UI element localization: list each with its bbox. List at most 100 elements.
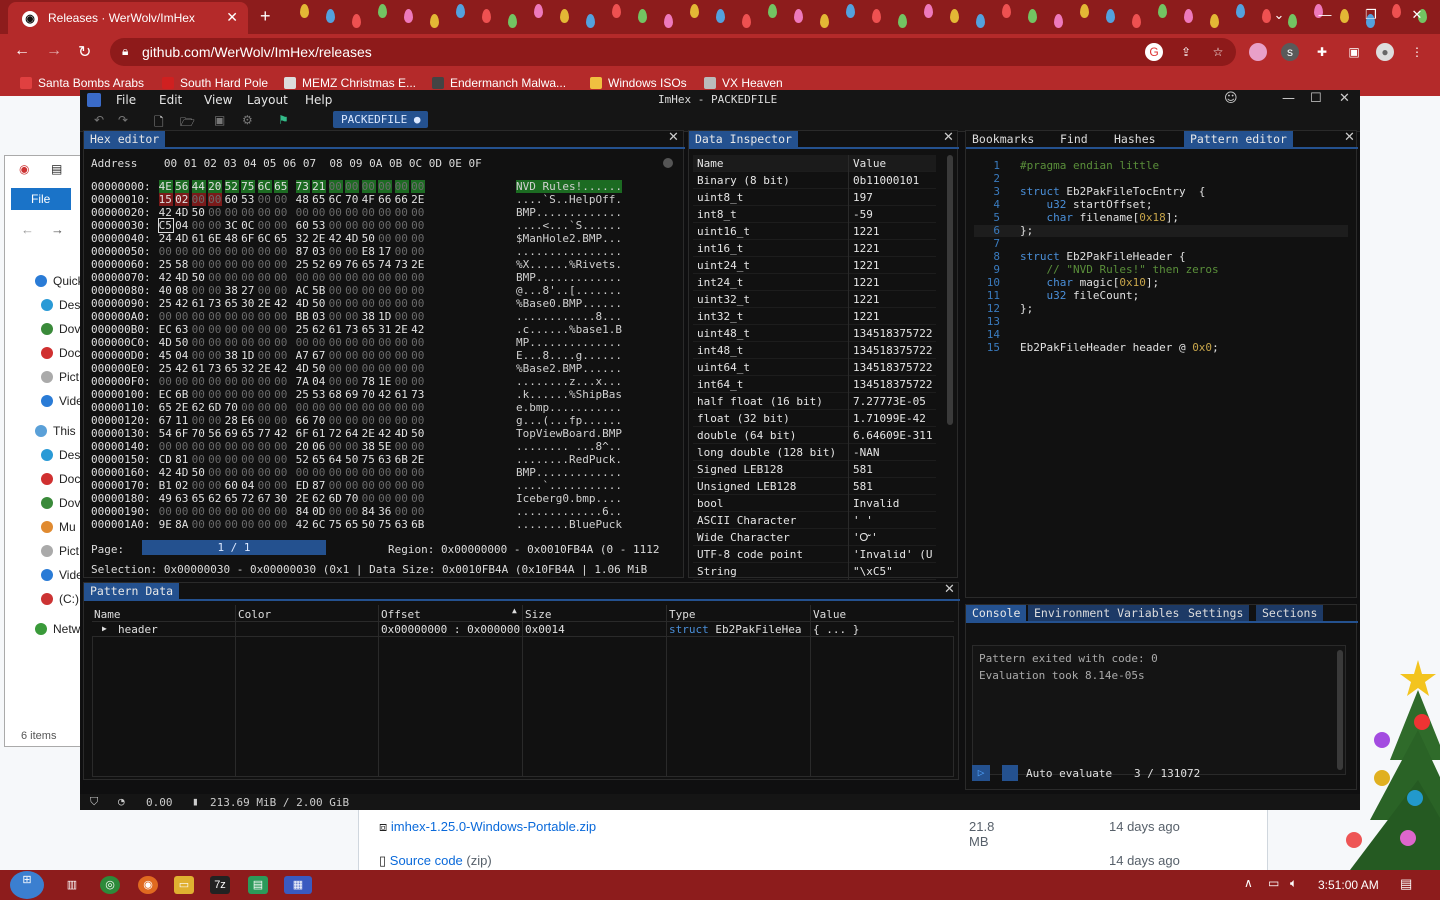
hex-byte[interactable]: 65	[274, 180, 289, 193]
hex-byte[interactable]: 03	[312, 245, 326, 258]
hex-byte[interactable]: 00	[345, 414, 359, 427]
hex-byte[interactable]: 20	[208, 180, 223, 193]
hex-byte[interactable]: 81	[175, 453, 189, 466]
google-icon[interactable]: G	[1145, 43, 1163, 61]
hex-byte[interactable]: 00	[345, 180, 360, 193]
hex-byte[interactable]: 73	[208, 362, 222, 375]
save-as-icon[interactable]: ⚙	[242, 113, 253, 127]
hex-byte[interactable]: 2E	[362, 427, 376, 440]
hex-byte[interactable]: 62	[312, 323, 326, 336]
hex-byte[interactable]: 62	[192, 401, 206, 414]
hex-byte[interactable]: 65	[225, 297, 239, 310]
hex-byte[interactable]: 50	[312, 297, 326, 310]
hex-byte[interactable]: 73	[345, 323, 359, 336]
hex-byte[interactable]: 00	[208, 284, 222, 297]
hex-byte[interactable]: 70	[192, 427, 206, 440]
hex-byte[interactable]: 00	[192, 518, 206, 531]
hex-byte[interactable]: 42	[175, 297, 189, 310]
hex-byte[interactable]: A7	[296, 349, 310, 362]
hex-byte[interactable]: 4D	[296, 297, 310, 310]
hex-byte[interactable]: 00	[274, 453, 288, 466]
hex-byte[interactable]: 67	[159, 414, 173, 427]
inspector-row[interactable]: Unsigned LEB128 581	[693, 478, 936, 495]
code-line[interactable]: 4 u32 startOffset;	[976, 198, 1152, 211]
hex-row[interactable]: 00000020: 42 4D 50 00 00 00 00 00 00 00 00 00 00 00 00 0…	[91, 206, 622, 219]
hex-byte[interactable]: 75	[362, 453, 376, 466]
hex-byte[interactable]: 48	[296, 193, 310, 206]
explorer-sidebar-item[interactable]: Doc	[41, 346, 80, 360]
hex-byte[interactable]: 00	[274, 219, 288, 232]
hex-byte[interactable]: 00	[378, 466, 392, 479]
hex-byte[interactable]: 00	[274, 440, 288, 453]
hex-byte[interactable]: 00	[258, 518, 272, 531]
extension-flag-icon[interactable]	[1249, 43, 1267, 61]
hex-byte[interactable]: 7A	[296, 375, 310, 388]
column-offset[interactable]: Offset	[381, 608, 421, 621]
hex-byte[interactable]: 00	[329, 219, 343, 232]
hex-byte[interactable]: 70	[362, 388, 376, 401]
hex-byte[interactable]: 00	[411, 362, 425, 375]
hex-byte[interactable]: 00	[378, 206, 392, 219]
hex-byte[interactable]: E8	[362, 245, 376, 258]
hex-byte[interactable]: 6E	[208, 232, 222, 245]
hex-byte[interactable]: 00	[208, 349, 222, 362]
hex-byte[interactable]: 00	[258, 375, 272, 388]
hex-byte[interactable]: 6F	[296, 427, 310, 440]
hex-byte[interactable]: 00	[274, 193, 288, 206]
hex-byte[interactable]: 00	[362, 401, 376, 414]
hex-byte[interactable]: 00	[329, 310, 343, 323]
hex-byte[interactable]: 00	[208, 479, 222, 492]
explorer-sidebar-item[interactable]: Dov	[41, 322, 80, 336]
ascii-column[interactable]: $ManHole2.BMP...	[516, 232, 622, 245]
hex-byte[interactable]: 00	[345, 375, 359, 388]
hex-byte[interactable]: 65	[225, 492, 239, 505]
hex-byte[interactable]: 42	[274, 362, 288, 375]
hex-byte[interactable]: 00	[345, 219, 359, 232]
hex-byte[interactable]: 52	[224, 180, 239, 193]
ascii-column[interactable]: ........z...x...	[516, 375, 622, 388]
hex-byte[interactable]: 00	[192, 388, 206, 401]
hex-byte[interactable]: 6B	[411, 518, 425, 531]
inspector-row[interactable]: float (32 bit) 1.71099E-42	[693, 410, 936, 427]
hex-byte[interactable]: 25	[296, 388, 310, 401]
hex-byte[interactable]: 00	[362, 336, 376, 349]
hex-byte[interactable]: 65	[241, 427, 255, 440]
hex-byte[interactable]: 00	[258, 219, 272, 232]
hex-byte[interactable]: 00	[395, 336, 409, 349]
ascii-column[interactable]: e.bmp...........	[516, 401, 622, 414]
bookmark-icon[interactable]: ⚑	[278, 113, 289, 127]
hex-byte[interactable]: 00	[362, 206, 376, 219]
ascii-column[interactable]: Iceberg0.bmp....	[516, 492, 622, 505]
hex-byte[interactable]: 69	[345, 388, 359, 401]
hex-byte[interactable]: 00	[411, 466, 425, 479]
hex-byte[interactable]: 08	[175, 284, 189, 297]
explorer-sidebar-item[interactable]: Vide	[41, 568, 83, 582]
hex-byte[interactable]: 00	[312, 401, 326, 414]
hex-byte[interactable]: 02	[175, 193, 190, 206]
hex-byte[interactable]: 65	[312, 453, 326, 466]
hex-byte[interactable]: 38	[225, 284, 239, 297]
hex-byte[interactable]: 00	[362, 271, 376, 284]
hex-byte[interactable]: 25	[296, 258, 310, 271]
hex-byte[interactable]: 00	[312, 336, 326, 349]
hex-byte[interactable]: 64	[329, 453, 343, 466]
hex-byte[interactable]: 00	[411, 349, 425, 362]
notepad-icon[interactable]: ▤	[248, 876, 268, 894]
hex-byte[interactable]: ED	[296, 479, 310, 492]
hex-byte[interactable]: 00	[258, 323, 272, 336]
hex-row[interactable]: 00000150: CD 81 00 00 00 00 00 00 52 65 64 50 75 63 6B 2…	[91, 453, 622, 466]
hex-byte[interactable]: 30	[241, 297, 255, 310]
inspector-row[interactable]: int48_t 134518375722	[693, 342, 936, 359]
ascii-column[interactable]: E...8....g......	[516, 349, 622, 362]
hex-byte[interactable]: 00	[225, 453, 239, 466]
hex-byte[interactable]: 00	[345, 336, 359, 349]
hex-byte[interactable]: 00	[258, 310, 272, 323]
column-type[interactable]: Type	[669, 608, 696, 621]
ascii-column[interactable]: %X......%Rivets.	[516, 258, 622, 271]
hex-byte[interactable]: 53	[312, 388, 326, 401]
run-pattern-button[interactable]: ▷	[972, 765, 990, 781]
inspector-row[interactable]: Binary (8 bit) 0b11000101	[693, 172, 936, 189]
hex-row[interactable]: 00000000: 4E 56 44 20 52 75 6C 65 73 21 00 00 00 00 00 0…	[91, 180, 622, 193]
hex-byte[interactable]: 00	[296, 466, 310, 479]
ascii-column[interactable]: ................	[516, 245, 622, 258]
